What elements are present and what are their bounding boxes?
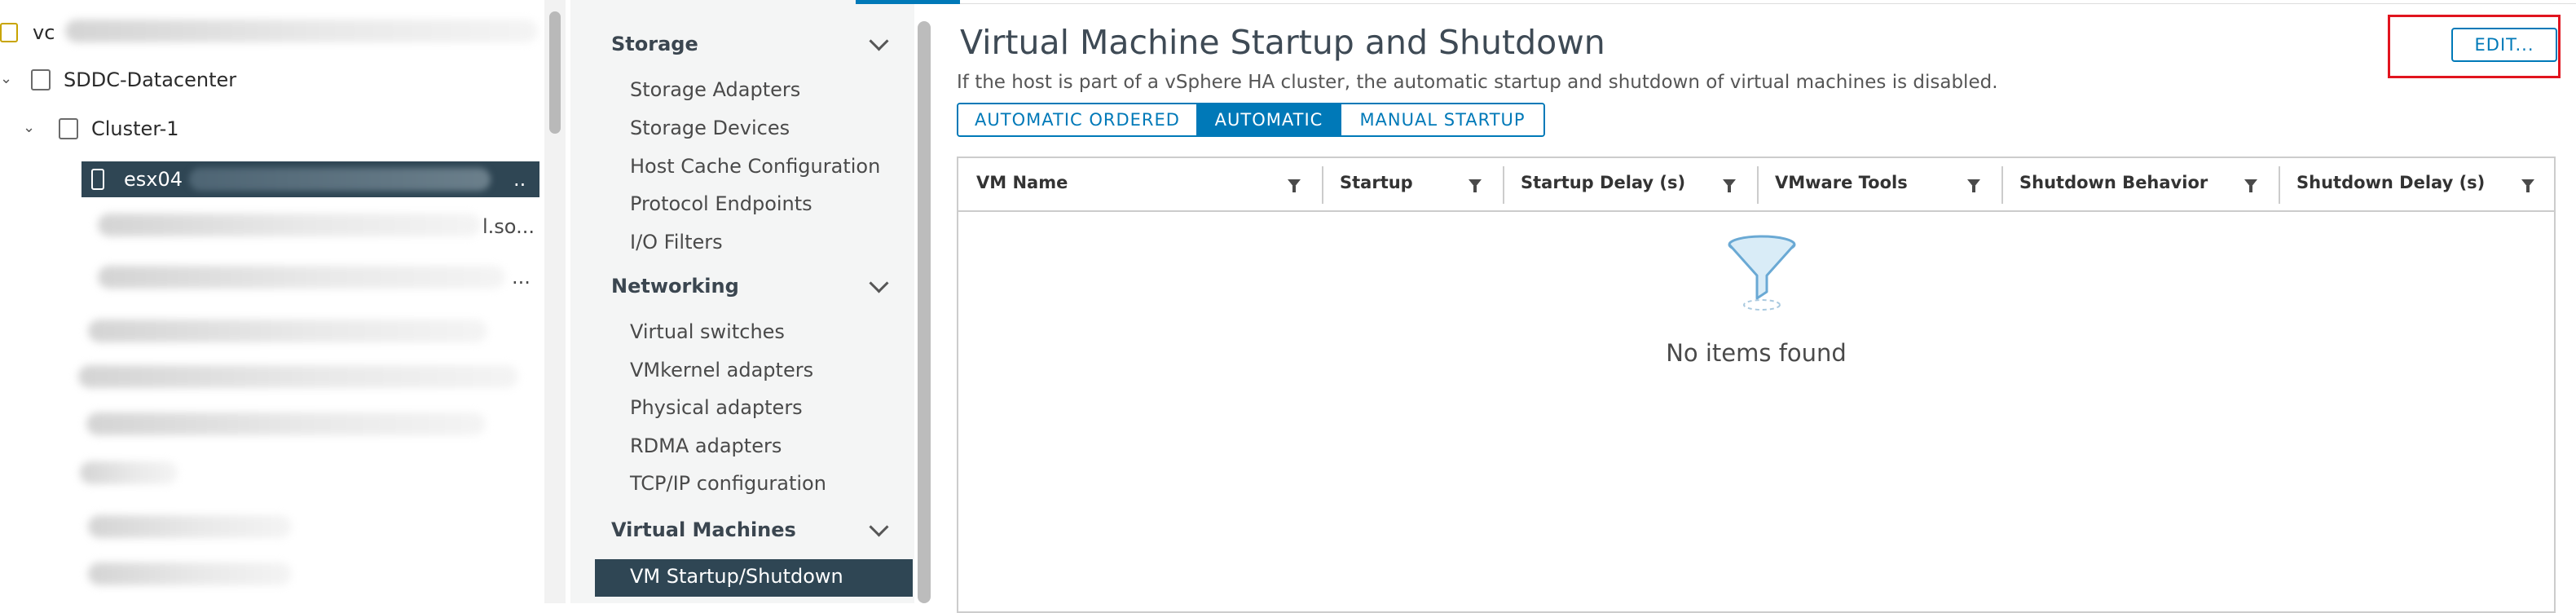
- datacenter-icon: [31, 69, 51, 90]
- chevron-down-icon[interactable]: ⌄: [0, 70, 12, 87]
- page-title: Virtual Machine Startup and Shutdown: [960, 23, 1605, 62]
- edit-button[interactable]: EDIT...: [2451, 28, 2557, 62]
- nav-item-tcpip-configuration[interactable]: TCP/IP configuration: [630, 472, 826, 495]
- nav-item-storage-devices[interactable]: Storage Devices: [630, 117, 790, 139]
- nav-item-virtual-switches[interactable]: Virtual switches: [630, 320, 785, 343]
- redacted-text: [78, 365, 518, 388]
- chevron-down-icon[interactable]: [869, 31, 889, 51]
- nav-section-networking[interactable]: Networking: [611, 275, 739, 298]
- nav-scrollbar-thumb[interactable]: [918, 21, 931, 603]
- tree-item-datacenter[interactable]: SDDC-Datacenter: [31, 62, 236, 98]
- tree-item-suffix: l.so...: [482, 215, 535, 238]
- tree-item-vcenter[interactable]: vc: [0, 15, 55, 51]
- cluster-icon: [59, 118, 78, 139]
- tree-item-host[interactable]: esx04: [91, 161, 183, 197]
- nav-item-host-cache[interactable]: Host Cache Configuration: [630, 155, 880, 178]
- filter-icon[interactable]: [1288, 179, 1301, 192]
- vcenter-icon: [0, 23, 18, 42]
- column-label: VM Name: [976, 173, 1068, 192]
- startup-mode-toggle: AUTOMATIC ORDERED AUTOMATIC MANUAL START…: [957, 103, 1545, 137]
- column-label: Shutdown Delay (s): [2296, 173, 2486, 192]
- tree-item-suffix: ...: [512, 266, 531, 289]
- filter-icon[interactable]: [2244, 179, 2257, 192]
- inventory-tree: vc ⌄ SDDC-Datacenter ⌄ Cluster-1 esx04 .…: [0, 0, 544, 603]
- nav-item-io-filters[interactable]: I/O Filters: [630, 231, 723, 254]
- page-description: If the host is part of a vSphere HA clus…: [957, 72, 1998, 93]
- column-startup-delay[interactable]: Startup Delay (s): [1503, 158, 1757, 210]
- nav-section-storage[interactable]: Storage: [611, 33, 698, 55]
- redacted-text: [86, 412, 486, 435]
- filter-icon[interactable]: [1723, 179, 1736, 192]
- tree-item-suffix: ..: [513, 168, 526, 191]
- redacted-text: [98, 214, 481, 236]
- host-icon: [91, 169, 104, 190]
- column-label: Shutdown Behavior: [2019, 173, 2208, 192]
- tree-item-label: esx04: [124, 168, 183, 191]
- nav-section-virtual-machines[interactable]: Virtual Machines: [611, 518, 796, 541]
- empty-state-text: No items found: [1666, 339, 1847, 367]
- host-config-nav: Storage Storage Adapters Storage Devices…: [570, 0, 914, 603]
- filter-icon[interactable]: [2521, 179, 2534, 192]
- redacted-text: [88, 562, 292, 585]
- filter-icon[interactable]: [1469, 179, 1482, 192]
- vm-startup-grid: VM Name Startup Startup Delay (s) VMware…: [957, 157, 2556, 613]
- nav-item-storage-adapters[interactable]: Storage Adapters: [630, 78, 800, 101]
- column-shutdown-delay[interactable]: Shutdown Delay (s): [2279, 158, 2554, 210]
- chevron-down-icon[interactable]: [869, 517, 889, 537]
- column-label: Startup Delay (s): [1521, 173, 1686, 192]
- nav-item-vm-startup-shutdown[interactable]: VM Startup/Shutdown: [630, 565, 843, 588]
- mode-manual-startup-button[interactable]: MANUAL STARTUP: [1340, 104, 1543, 135]
- column-vm-name[interactable]: VM Name: [958, 158, 1322, 210]
- nav-item-vmkernel-adapters[interactable]: VMkernel adapters: [630, 359, 813, 381]
- tree-item-label: Cluster-1: [91, 117, 179, 140]
- redacted-text: [88, 515, 292, 538]
- chevron-down-icon[interactable]: ⌄: [23, 119, 35, 136]
- tree-item-label: SDDC-Datacenter: [64, 68, 237, 91]
- nav-item-rdma-adapters[interactable]: RDMA adapters: [630, 434, 782, 457]
- column-label: Startup: [1340, 173, 1413, 192]
- mode-automatic-ordered-button[interactable]: AUTOMATIC ORDERED: [958, 104, 1196, 135]
- column-vmware-tools[interactable]: VMware Tools: [1757, 158, 2001, 210]
- redacted-text: [88, 320, 487, 342]
- redacted-text: [98, 266, 505, 289]
- tab-bar-divider: [945, 3, 2576, 4]
- active-tab-indicator: [856, 0, 960, 4]
- empty-filter-funnel-icon: [1728, 235, 1796, 311]
- tree-item-cluster[interactable]: Cluster-1: [59, 111, 179, 147]
- filter-icon[interactable]: [1967, 179, 1980, 192]
- column-label: VMware Tools: [1775, 173, 1908, 192]
- column-startup[interactable]: Startup: [1322, 158, 1503, 210]
- redacted-text: [80, 461, 178, 484]
- grid-header: VM Name Startup Startup Delay (s) VMware…: [958, 158, 2554, 212]
- redacted-text: [189, 168, 491, 191]
- nav-item-physical-adapters[interactable]: Physical adapters: [630, 396, 803, 419]
- tree-scrollbar-thumb[interactable]: [549, 11, 561, 134]
- redacted-text: [65, 20, 538, 42]
- chevron-down-icon[interactable]: [869, 273, 889, 293]
- nav-item-protocol-endpoints[interactable]: Protocol Endpoints: [630, 192, 812, 215]
- tree-item-label: vc: [33, 21, 55, 44]
- mode-automatic-button[interactable]: AUTOMATIC: [1196, 104, 1340, 135]
- column-shutdown-behavior[interactable]: Shutdown Behavior: [2001, 158, 2279, 210]
